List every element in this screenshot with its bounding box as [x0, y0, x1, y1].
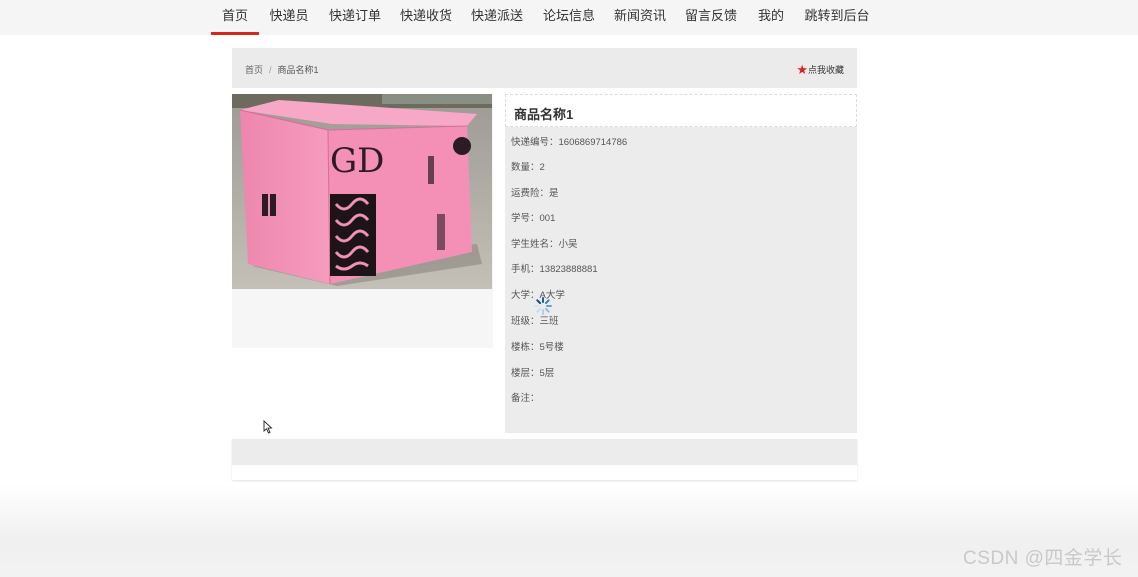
field-remarks: 备注：: [511, 393, 540, 404]
field-shipping-insurance: 运费险：是: [511, 188, 559, 199]
field-floor: 楼层：5层: [511, 368, 555, 379]
nav-item-delivery[interactable]: 快递派送: [467, 0, 527, 35]
nav-item-feedback[interactable]: 留言反馈: [681, 0, 741, 35]
breadcrumb-separator: /: [269, 65, 272, 75]
field-student-name: 学生姓名：小吴: [511, 239, 578, 250]
nav-item-news[interactable]: 新闻资讯: [610, 0, 670, 35]
svg-text:GD: GD: [330, 141, 384, 181]
csdn-watermark: CSDN @四金学长: [963, 548, 1123, 569]
product-title: 商品名称1: [514, 107, 574, 122]
nav-item-couriers[interactable]: 快递员: [264, 0, 314, 35]
field-tracking-number: 快递编号：1606869714786: [511, 137, 628, 148]
favorite-label: 点我收藏: [807, 65, 844, 75]
favorite-button[interactable]: ★点我收藏: [796, 62, 844, 78]
nav-item-receiving[interactable]: 快递收货: [396, 0, 456, 35]
nav-item-mine[interactable]: 我的: [753, 0, 789, 35]
field-phone: 手机：13823888881: [511, 264, 598, 275]
product-image: GD: [232, 94, 492, 289]
field-student-id: 学号：001: [511, 213, 556, 224]
detail-tab-bar: [232, 439, 857, 465]
mouse-cursor-icon: [263, 420, 273, 434]
detail-panel: 商品名称1 快递编号：1606869714786 数量：2 运费险：是 学号：0…: [505, 94, 857, 433]
top-navigation: 首页 快递员 快递订单 快递收货 快递派送 论坛信息 新闻资讯 留言反馈 我的 …: [0, 0, 1138, 35]
nav-item-home[interactable]: 首页: [211, 0, 259, 35]
detail-tabs-box: [232, 439, 857, 480]
field-quantity: 数量：2: [511, 162, 545, 173]
loading-spinner-icon: [534, 297, 552, 315]
breadcrumb-current: 商品名称1: [277, 65, 319, 75]
nav-item-orders[interactable]: 快递订单: [325, 0, 385, 35]
nav-item-admin[interactable]: 跳转到后台: [801, 0, 873, 35]
image-panel: GD: [232, 94, 493, 348]
breadcrumb-home-link[interactable]: 首页: [245, 65, 263, 75]
star-icon: ★: [796, 62, 808, 77]
field-building: 楼栋：5号楼: [511, 342, 564, 353]
nav-item-forum[interactable]: 论坛信息: [539, 0, 599, 35]
detail-title-box: 商品名称1: [505, 94, 857, 127]
breadcrumb-bar: 首页 / 商品名称1 ★点我收藏: [232, 48, 857, 88]
breadcrumb: 首页 / 商品名称1: [245, 63, 319, 76]
